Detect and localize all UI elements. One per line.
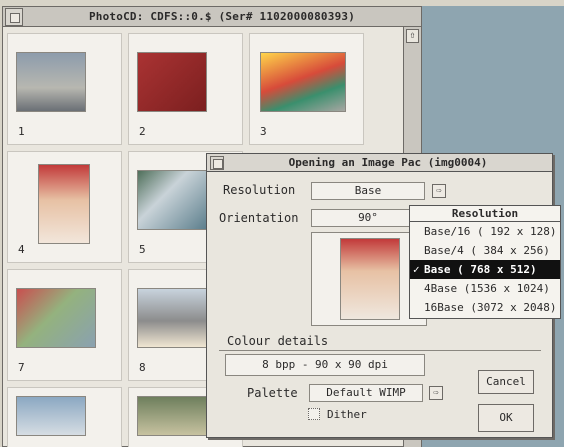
viewer-title: PhotoCD: CDFS::0.$ (Ser# 1102000080393): [88, 10, 356, 23]
scroll-up-icon[interactable]: ⇧: [406, 29, 419, 43]
dither-checkbox[interactable]: [308, 408, 320, 420]
thumbnail-image: [137, 170, 207, 230]
thumbnail-2[interactable]: 2: [128, 33, 243, 145]
thumbnail-1[interactable]: 1: [7, 33, 122, 145]
thumbnail-image: [137, 288, 207, 348]
menu-item-base[interactable]: ✓ Base ( 768 x 512): [410, 260, 560, 279]
back-icon[interactable]: [210, 155, 224, 170]
divider: [219, 350, 541, 351]
palette-label: Palette: [247, 386, 298, 400]
thumbnail-partial[interactable]: [7, 387, 122, 447]
thumbnail-image: [16, 52, 86, 112]
thumbnail-number: 5: [139, 243, 146, 256]
dither-label: Dither: [327, 408, 367, 421]
desktop: PhotoCD: CDFS::0.$ (Ser# 1102000080393) …: [0, 0, 564, 447]
thumbnail-image: [137, 52, 207, 112]
back-icon[interactable]: [5, 7, 23, 26]
dialog-titlebar[interactable]: Opening an Image Pac (img0004): [207, 154, 552, 172]
colour-details-label: Colour details: [227, 334, 329, 348]
thumbnail-image: [260, 52, 346, 112]
thumbnail-7[interactable]: 7: [7, 269, 122, 381]
thumbnail-number: 4: [18, 243, 25, 256]
cancel-button[interactable]: Cancel: [478, 370, 534, 394]
checkmark-icon: ✓: [413, 263, 420, 276]
thumbnail-number: 2: [139, 125, 146, 138]
menu-item-base16[interactable]: Base/16 ( 192 x 128): [410, 222, 560, 241]
palette-field[interactable]: Default WIMP: [309, 384, 423, 402]
palette-menu-arrow-icon[interactable]: ⇨: [429, 386, 443, 400]
orientation-field[interactable]: 90°: [311, 209, 425, 227]
resolution-field[interactable]: Base: [311, 182, 425, 200]
thumbnail-image: [38, 164, 90, 244]
menu-item-label: Base ( 768 x 512): [424, 263, 537, 276]
menu-item-base4[interactable]: Base/4 ( 384 x 256): [410, 241, 560, 260]
viewer-titlebar[interactable]: PhotoCD: CDFS::0.$ (Ser# 1102000080393): [3, 7, 421, 27]
thumbnail-number: 8: [139, 361, 146, 374]
ok-button[interactable]: OK: [478, 404, 534, 432]
thumbnail-number: 7: [18, 361, 25, 374]
preview-image: [340, 238, 400, 320]
menu-item-16base[interactable]: 16Base (3072 x 2048): [410, 298, 560, 317]
dialog-title: Opening an Image Pac (img0004): [288, 156, 488, 169]
resolution-label: Resolution: [223, 183, 296, 197]
thumbnail-number: 1: [18, 125, 25, 138]
colour-details-value: 8 bpp - 90 x 90 dpi: [225, 354, 425, 376]
thumbnail-image: [137, 396, 207, 436]
menu-title: Resolution: [410, 206, 560, 222]
thumbnail-3[interactable]: 3: [249, 33, 364, 145]
resolution-menu-arrow-icon[interactable]: ⇨: [432, 184, 446, 198]
thumbnail-image: [16, 288, 96, 348]
thumbnail-4[interactable]: 4: [7, 151, 122, 263]
thumbnail-number: 3: [260, 125, 267, 138]
thumbnail-image: [16, 396, 86, 436]
resolution-menu: Resolution Base/16 ( 192 x 128) Base/4 (…: [409, 205, 561, 319]
menu-item-4base[interactable]: 4Base (1536 x 1024): [410, 279, 560, 298]
orientation-label: Orientation: [219, 211, 299, 225]
